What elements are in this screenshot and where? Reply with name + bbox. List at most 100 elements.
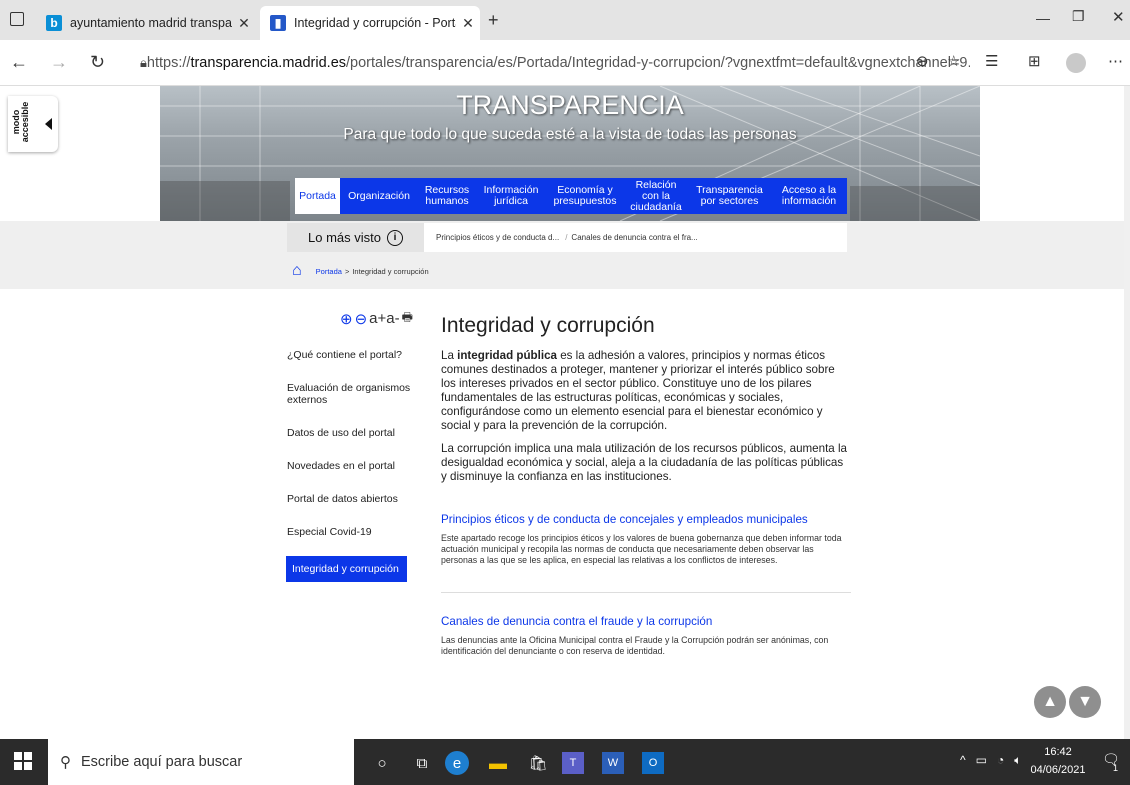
- breadcrumb-portada[interactable]: Portada: [316, 267, 342, 276]
- battery-icon[interactable]: ▭: [976, 753, 987, 768]
- most-viewed-toggle[interactable]: Lo más visto i: [287, 223, 424, 252]
- scroll-down-icon[interactable]: ▼: [1069, 686, 1101, 718]
- sidebar-item-datos-abiertos[interactable]: Portal de datos abiertos: [287, 490, 412, 508]
- zoom-out-icon[interactable]: ⊖: [355, 310, 368, 328]
- forward-arrow-icon[interactable]: →: [50, 52, 68, 73]
- most-viewed-bar: Lo más visto i Principios éticos y de con…: [287, 223, 847, 252]
- section-link-canales[interactable]: Canales de denuncia contra el fraude y l…: [441, 615, 851, 628]
- intro-paragraph-2: La corrupción implica una mala utilizaci…: [441, 442, 847, 483]
- url-field[interactable]: 🔒︎ https://transparencia.madrid.es/porta…: [140, 47, 970, 79]
- search-icon: ⚲: [60, 754, 71, 771]
- hero-subtitle: Para que todo lo que suceda esté a la vi…: [343, 126, 797, 143]
- most-viewed-link[interactable]: Principios éticos y de conducta d...: [436, 233, 559, 242]
- nav-transparencia-sectores[interactable]: Transparencia por sectores: [688, 178, 771, 214]
- profile-avatar[interactable]: [1066, 53, 1086, 73]
- clock[interactable]: 16:42 04/06/2021: [1028, 743, 1088, 779]
- favorites-icon[interactable]: ☰: [985, 52, 998, 70]
- most-viewed-label: Lo más visto: [308, 230, 381, 245]
- bing-icon: b: [46, 15, 62, 31]
- url-prefix: https://: [146, 55, 191, 71]
- nav-informacion-juridica[interactable]: Información jurídica: [476, 178, 546, 214]
- more-options-icon[interactable]: ⋯: [1108, 52, 1123, 70]
- sidebar-item-novedades[interactable]: Novedades en el portal: [287, 457, 412, 475]
- page-title: Integridad y corrupción: [441, 314, 655, 337]
- file-explorer-icon[interactable]: ▬: [484, 749, 512, 777]
- scroll-up-icon[interactable]: ▲: [1034, 686, 1066, 718]
- minimize-button[interactable]: —: [1036, 10, 1050, 26]
- lock-icon: 🔒︎: [140, 55, 147, 70]
- sidebar-item-evaluacion[interactable]: Evaluación de organismos externos: [287, 379, 412, 409]
- sidebar-item-covid[interactable]: Especial Covid-19: [287, 523, 412, 541]
- volume-icon[interactable]: 🔈︎: [1014, 753, 1021, 768]
- back-arrow-icon[interactable]: ←: [10, 52, 28, 73]
- task-view-icon[interactable]: ⧉: [408, 749, 436, 777]
- sidebar-item-datos-uso[interactable]: Datos de uso del portal: [287, 424, 412, 442]
- nav-recursos-humanos[interactable]: Recursos humanos: [418, 178, 476, 214]
- windows-start-icon[interactable]: [14, 752, 32, 770]
- page-tools: ⊕ ⊖ a+a- 🖶: [340, 308, 413, 329]
- teams-icon[interactable]: T: [562, 752, 584, 774]
- nav-acceso-informacion[interactable]: Acceso a la información: [771, 178, 847, 214]
- zoom-in-icon[interactable]: ⊕: [340, 310, 353, 328]
- word-icon[interactable]: W: [602, 752, 624, 774]
- accessible-mode-toggle[interactable]: modo accesible: [8, 96, 58, 152]
- windows-taskbar: ⚲ Escribe aquí para buscar ○ ⧉ e ▬ 🛍︎ T …: [0, 739, 1130, 785]
- section-text-canales: Las denuncias ante la Oficina Municipal …: [441, 635, 829, 656]
- chevron-up-icon[interactable]: ^: [960, 753, 966, 768]
- url-path: /portales/transparencia/es/Portada/Integ…: [346, 55, 970, 71]
- section-link-principios[interactable]: Principios éticos y de conducta de conce…: [441, 513, 851, 526]
- close-tab-icon[interactable]: ✕: [456, 15, 480, 32]
- address-bar-row: ← → ↻ 🔒︎ https://transparencia.madrid.es…: [0, 40, 1130, 86]
- edge-icon[interactable]: e: [445, 751, 469, 775]
- close-window-button[interactable]: ✕: [1112, 8, 1125, 26]
- tab-integridad[interactable]: ▮ Integridad y corrupción - Portal c ✕: [260, 6, 480, 40]
- breadcrumb: ⌂ Portada > Integridad y corrupción: [292, 262, 429, 280]
- collections-icon[interactable]: ⊞: [1028, 52, 1041, 70]
- section-text-principios: Este apartado recoge los principios étic…: [441, 533, 842, 565]
- nav-economia-presupuestos[interactable]: Economía y presupuestos: [546, 178, 624, 214]
- close-tab-icon[interactable]: ✕: [232, 15, 256, 32]
- tab-title: Integridad y corrupción - Portal c: [294, 16, 456, 30]
- accessible-mode-label: modo accesible: [11, 101, 30, 143]
- intro-text: La: [441, 349, 458, 362]
- restore-button[interactable]: ❐: [1072, 8, 1085, 25]
- nav-portada[interactable]: Portada: [295, 178, 340, 214]
- most-viewed-link[interactable]: Canales de denuncia contra el fra...: [571, 233, 697, 242]
- search-placeholder: Escribe aquí para buscar: [81, 754, 243, 770]
- hero-title: TRANSPARENCIA: [456, 90, 684, 120]
- notification-count: 1: [1113, 763, 1119, 773]
- main-content: Integridad y corrupción La integridad pú…: [441, 314, 851, 657]
- sidebar-item-integridad[interactable]: Integridad y corrupción: [286, 556, 407, 582]
- system-tray: ^ ▭ ◔ 🔈︎: [960, 753, 1021, 768]
- print-icon[interactable]: 🖶: [402, 308, 413, 329]
- time: 16:42: [1044, 746, 1072, 758]
- tab-bing[interactable]: b ayuntamiento madrid transparen ✕: [36, 6, 256, 40]
- zoom-icon[interactable]: ⊖: [916, 52, 929, 70]
- scroll-buttons: ▲ ▼: [1034, 686, 1101, 718]
- home-icon[interactable]: ⌂: [292, 262, 302, 280]
- nav-organizacion[interactable]: Organización: [340, 178, 418, 214]
- chevron-left-icon: [45, 118, 52, 130]
- url-host: transparencia.madrid.es: [190, 55, 347, 71]
- main-navigation: Portada Organización Recursos humanos In…: [295, 178, 847, 214]
- divider: [441, 592, 851, 593]
- page-scrollbar[interactable]: [1124, 86, 1130, 739]
- taskbar-search[interactable]: ⚲ Escribe aquí para buscar: [48, 739, 354, 785]
- breadcrumb-current: Integridad y corrupción: [352, 266, 429, 276]
- new-tab-button[interactable]: +: [488, 10, 499, 31]
- info-icon: i: [386, 229, 403, 246]
- nav-relacion-ciudadania[interactable]: Relación con la ciudadanía: [624, 178, 688, 214]
- intro-paragraph-1: La integridad pública es la adhesión a v…: [441, 349, 851, 433]
- wifi-icon[interactable]: ◔: [997, 753, 1004, 768]
- favorite-add-icon[interactable]: ☆: [947, 52, 960, 70]
- outlook-icon[interactable]: O: [642, 752, 664, 774]
- separator: /: [565, 233, 568, 242]
- sidebar: ¿Qué contiene el portal? Evaluación de o…: [286, 346, 412, 597]
- tab-actions-icon[interactable]: [10, 12, 24, 26]
- sidebar-item-que-contiene[interactable]: ¿Qué contiene el portal?: [287, 346, 412, 364]
- cortana-icon[interactable]: ○: [368, 749, 396, 777]
- refresh-icon[interactable]: ↻: [90, 52, 105, 73]
- store-icon[interactable]: 🛍︎: [524, 749, 552, 777]
- text-size-control[interactable]: a+a-: [369, 310, 399, 327]
- browser-tab-bar: b ayuntamiento madrid transparen ✕ ▮ Int…: [0, 0, 1130, 40]
